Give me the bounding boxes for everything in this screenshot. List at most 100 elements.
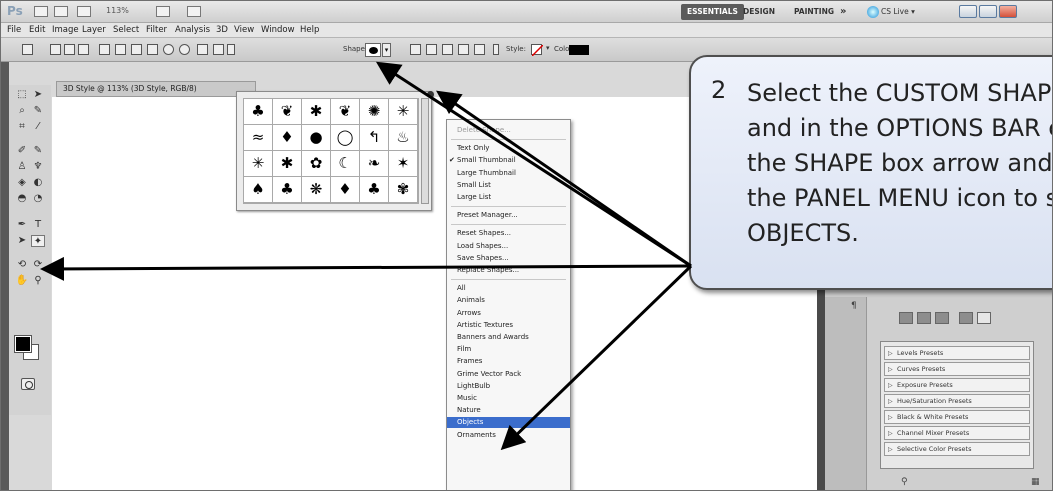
- preset-levels[interactable]: ▷ Levels Presets: [884, 346, 1030, 360]
- 3d-rotate-icon[interactable]: ⟲: [15, 259, 29, 271]
- menu-window[interactable]: Window: [261, 25, 295, 35]
- menu-analysis[interactable]: Analysis: [175, 25, 210, 35]
- shape-cell[interactable]: ♣: [273, 177, 301, 202]
- document-tab[interactable]: 3D Style @ 113% (3D Style, RGB/8): [56, 81, 256, 97]
- add-to-shape-icon[interactable]: [426, 44, 437, 55]
- shape-cell[interactable]: ✱: [273, 151, 301, 176]
- exposure-icon[interactable]: [959, 312, 973, 324]
- panel-menu-item[interactable]: Load Shapes...: [447, 241, 570, 252]
- shape-cell[interactable]: ↰: [360, 125, 388, 150]
- shape-cell[interactable]: ✺: [360, 99, 388, 124]
- gradient-icon[interactable]: ◐: [31, 177, 45, 189]
- vibrance-icon[interactable]: [977, 312, 991, 324]
- healing-brush-icon[interactable]: ✐: [15, 145, 29, 157]
- panel-menu-item[interactable]: Artistic Textures: [447, 320, 570, 331]
- panel-footer-icon-2[interactable]: ▦: [1031, 477, 1040, 487]
- close-button[interactable]: [999, 5, 1017, 18]
- panel-menu-item[interactable]: Large Thumbnail: [447, 168, 570, 179]
- crop-tool-icon[interactable]: ⌗: [15, 121, 29, 133]
- blur-tool-icon[interactable]: ◓: [15, 193, 29, 205]
- shape-cell[interactable]: ❧: [360, 151, 388, 176]
- new-shape-layer-icon[interactable]: [410, 44, 421, 55]
- workspace-more-button[interactable]: »: [834, 4, 852, 20]
- dodge-tool-icon[interactable]: ◔: [31, 193, 45, 205]
- intersect-shape-icon[interactable]: [458, 44, 469, 55]
- preset-black-white[interactable]: ▷ Black & White Presets: [884, 410, 1030, 424]
- move-tool-icon[interactable]: ⬚: [15, 89, 29, 101]
- shape-cell[interactable]: ♦: [273, 125, 301, 150]
- foreground-color-front[interactable]: [15, 336, 31, 352]
- custom-shape-tool-icon[interactable]: [213, 44, 224, 55]
- zoom-tool-icon[interactable]: ⚲: [31, 275, 45, 287]
- eraser-icon[interactable]: ◈: [15, 177, 29, 189]
- exclude-shape-icon[interactable]: [474, 44, 485, 55]
- menu-select[interactable]: Select: [113, 25, 139, 35]
- workspace-design[interactable]: DESIGN: [737, 4, 781, 20]
- panel-menu-item[interactable]: Animals: [447, 295, 570, 306]
- pen-icon[interactable]: ✒: [15, 219, 29, 231]
- paragraph-panel-icon[interactable]: ¶: [851, 301, 857, 311]
- screen-mode-icon[interactable]: [187, 6, 201, 17]
- preset-selective-color[interactable]: ▷ Selective Color Presets: [884, 442, 1030, 456]
- panel-menu-icon[interactable]: [427, 91, 434, 98]
- preset-channel-mixer[interactable]: ▷ Channel Mixer Presets: [884, 426, 1030, 440]
- shape-cell[interactable]: ❋: [302, 177, 330, 202]
- shape-box[interactable]: [365, 43, 381, 57]
- clone-stamp-icon[interactable]: ♙: [15, 161, 29, 173]
- shape-cell[interactable]: ♦: [331, 177, 359, 202]
- color-swatch[interactable]: [569, 45, 589, 55]
- menu-help[interactable]: Help: [300, 25, 319, 35]
- panel-menu-item[interactable]: Ornaments: [447, 430, 570, 441]
- quick-mask-button[interactable]: [21, 378, 35, 390]
- rounded-rectangle-icon[interactable]: [147, 44, 158, 55]
- workspace-essentials[interactable]: ESSENTIALS: [681, 4, 744, 20]
- panel-menu-item[interactable]: Text Only: [447, 143, 570, 154]
- menu-view[interactable]: View: [234, 25, 254, 35]
- fill-pixels-icon[interactable]: [78, 44, 89, 55]
- panel-menu-item[interactable]: Grime Vector Pack: [447, 369, 570, 380]
- preset-hue-saturation[interactable]: ▷ Hue/Saturation Presets: [884, 394, 1030, 408]
- levels-icon[interactable]: [917, 312, 931, 324]
- shape-box-arrow-button[interactable]: ▾: [382, 43, 391, 57]
- zoom-level[interactable]: 113%: [106, 6, 129, 15]
- shape-cell[interactable]: ❦: [331, 99, 359, 124]
- panel-menu-item[interactable]: Preset Manager...: [447, 210, 570, 221]
- shape-cell[interactable]: ☾: [331, 151, 359, 176]
- shape-cell[interactable]: ♠: [244, 177, 272, 202]
- custom-shape-tool-button[interactable]: ✦: [31, 235, 45, 247]
- launch-mini-bridge-icon[interactable]: [54, 6, 68, 17]
- hand-tool-icon[interactable]: ✋: [15, 275, 29, 287]
- panel-menu-item[interactable]: Frames: [447, 356, 570, 367]
- shape-cell[interactable]: ✱: [302, 99, 330, 124]
- arrange-documents-icon[interactable]: [156, 6, 170, 17]
- shape-cell[interactable]: ♣: [360, 177, 388, 202]
- type-tool-icon[interactable]: T: [31, 219, 45, 231]
- menu-file[interactable]: File: [7, 25, 21, 35]
- rectangle-tool-icon[interactable]: [131, 44, 142, 55]
- history-brush-icon[interactable]: ♆: [31, 161, 45, 173]
- brush-tool-icon[interactable]: ✎: [31, 145, 45, 157]
- menu-image[interactable]: Image: [52, 25, 79, 35]
- paths-icon[interactable]: [64, 44, 75, 55]
- shape-layers-icon[interactable]: [50, 44, 61, 55]
- shape-cell[interactable]: ✿: [302, 151, 330, 176]
- brightness-contrast-icon[interactable]: [899, 312, 913, 324]
- view-extras-icon[interactable]: [77, 6, 91, 17]
- menu-filter[interactable]: Filter: [146, 25, 167, 35]
- cs-live-button[interactable]: CS Live ▾: [863, 4, 919, 20]
- panel-menu-item[interactable]: Replace Shapes...: [447, 265, 570, 276]
- panel-menu-item[interactable]: Large List: [447, 192, 570, 203]
- shape-cell[interactable]: ✾: [389, 177, 417, 202]
- shape-cell[interactable]: ❦: [273, 99, 301, 124]
- panel-menu-item[interactable]: ✔ Small Thumbnail: [447, 155, 570, 166]
- workspace-painting[interactable]: PAINTING: [788, 4, 840, 20]
- shape-cell[interactable]: ✳: [244, 151, 272, 176]
- shape-cell[interactable]: ♣: [244, 99, 272, 124]
- geometry-options-arrow-icon[interactable]: [227, 44, 235, 55]
- path-selection-icon[interactable]: ➤: [15, 235, 29, 247]
- 3d-orbit-icon[interactable]: ⟳: [31, 259, 45, 271]
- panel-menu-item[interactable]: Save Shapes...: [447, 253, 570, 264]
- menu-edit[interactable]: Edit: [29, 25, 45, 35]
- eyedropper-icon[interactable]: ⁄: [31, 121, 45, 133]
- shape-cell[interactable]: ✳: [389, 99, 417, 124]
